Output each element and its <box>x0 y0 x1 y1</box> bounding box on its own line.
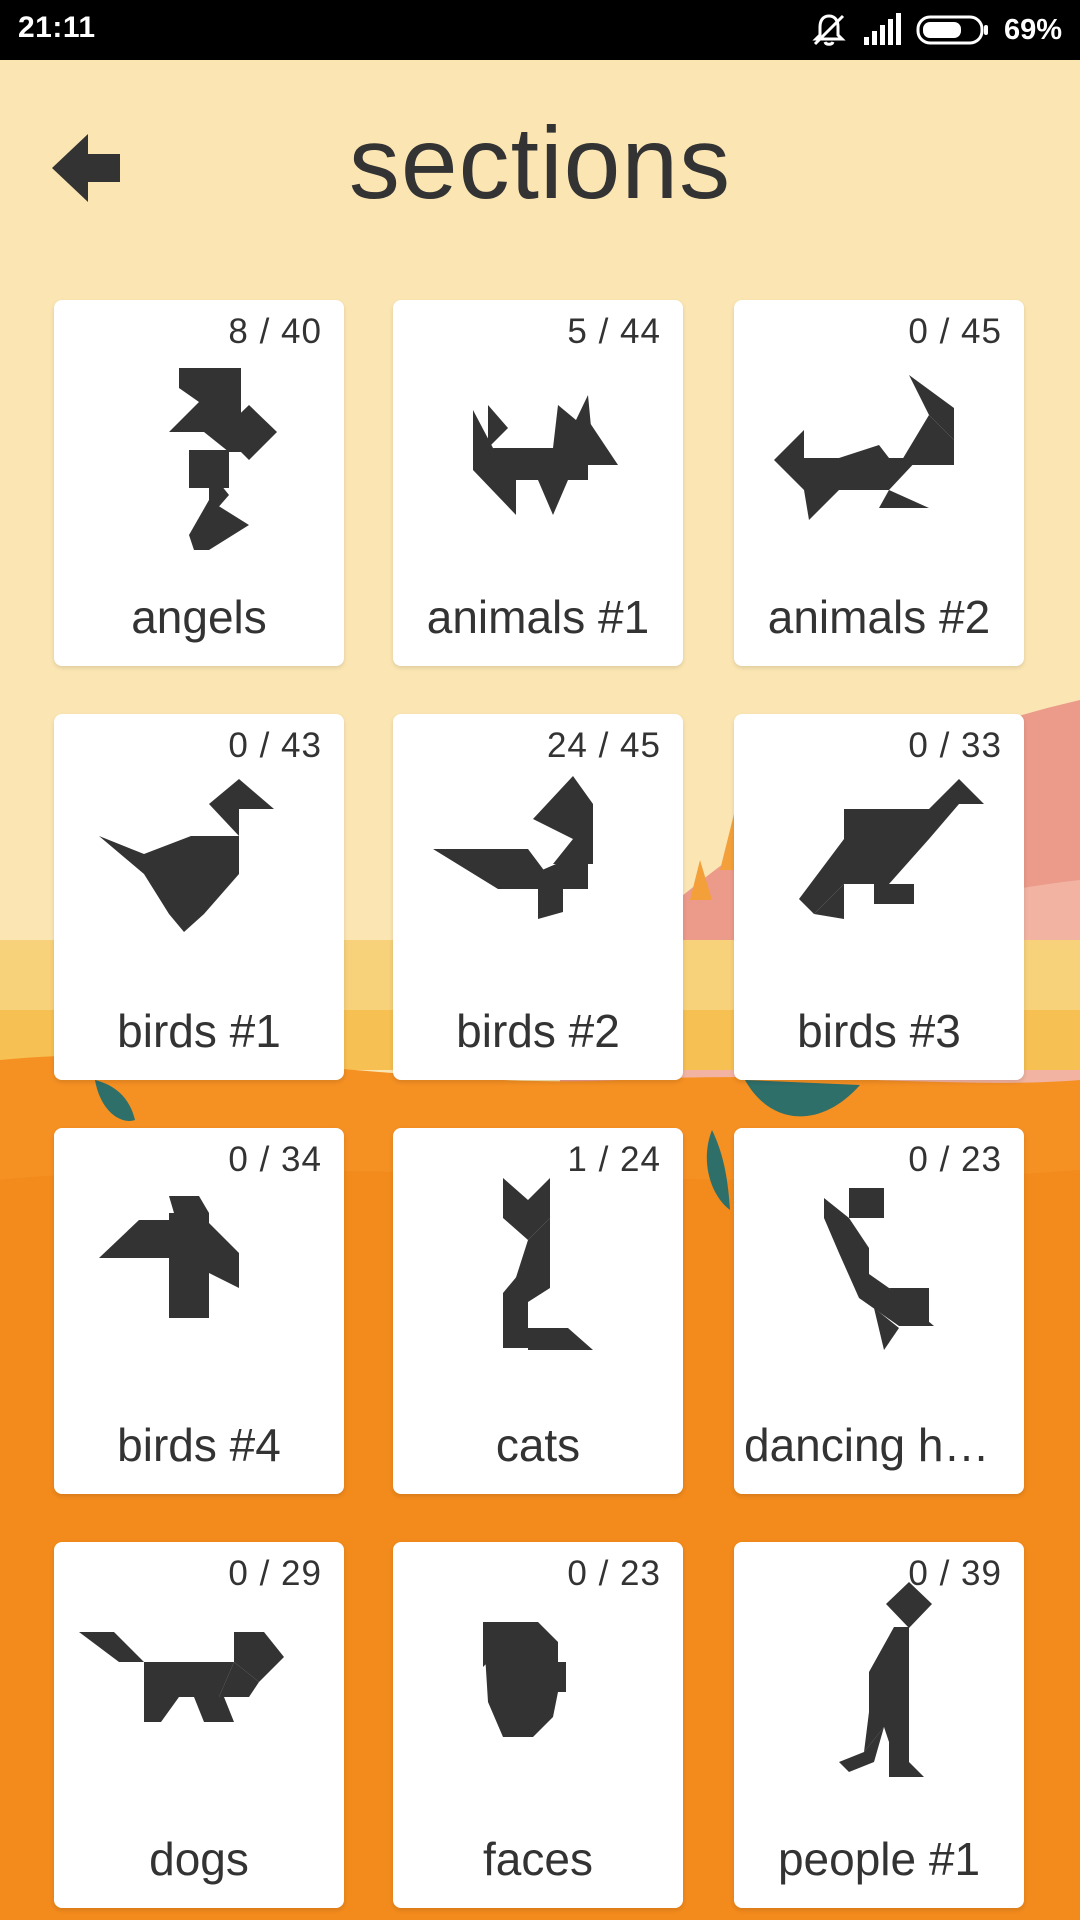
section-card-angels[interactable]: 8 / 40 angels <box>54 300 344 666</box>
section-label: animals #1 <box>426 591 650 643</box>
angel-silhouette-icon <box>169 368 277 550</box>
dancing-human-silhouette-icon <box>824 1188 934 1350</box>
progress-count: 5 / 44 <box>567 312 661 351</box>
status-bar: 21:11 69% <box>0 0 1080 60</box>
progress-count: 24 / 45 <box>546 726 661 765</box>
section-card-people-1[interactable]: 0 / 39 people #1 <box>734 1542 1024 1908</box>
section-label: cats <box>495 1419 581 1471</box>
progress-count: 0 / 45 <box>908 312 1002 351</box>
progress-count: 8 / 40 <box>228 312 322 351</box>
progress-count: 0 / 29 <box>228 1554 322 1593</box>
status-icons: 69% <box>810 10 1062 50</box>
person-silhouette-icon <box>839 1582 932 1777</box>
section-card-dancing-humans[interactable]: 0 / 23 dancing hu… <box>734 1128 1024 1494</box>
section-label: faces <box>483 1833 593 1885</box>
section-label: people #1 <box>777 1833 981 1885</box>
page-title: sections <box>348 106 732 220</box>
crane-bird-silhouette-icon <box>799 779 984 919</box>
section-card-dogs[interactable]: 0 / 29 dogs <box>54 1542 344 1908</box>
battery-icon <box>916 15 988 45</box>
face-silhouette-icon <box>483 1622 566 1737</box>
goat-animal-silhouette-icon <box>774 375 954 520</box>
section-label: dancing hu… <box>744 1419 1014 1471</box>
parrot-bird-silhouette-icon <box>99 1196 239 1318</box>
section-label: birds #3 <box>797 1005 961 1057</box>
progress-count: 0 / 34 <box>228 1140 322 1179</box>
battery-percent: 69% <box>1003 13 1062 46</box>
section-card-birds-1[interactable]: 0 / 43 birds #1 <box>54 714 344 1080</box>
section-card-animals-2[interactable]: 0 / 45 animals #2 <box>734 300 1024 666</box>
section-label: dogs <box>149 1833 249 1885</box>
status-time: 21:11 <box>18 11 96 44</box>
progress-count: 0 / 33 <box>908 726 1002 765</box>
section-card-cats[interactable]: 1 / 24 cats <box>393 1128 683 1494</box>
progress-count: 0 / 43 <box>228 726 322 765</box>
section-card-animals-1[interactable]: 5 / 44 animals #1 <box>393 300 683 666</box>
swan-bird-silhouette-icon <box>433 776 593 919</box>
section-label: animals #2 <box>767 591 991 643</box>
section-label: birds #2 <box>456 1005 620 1057</box>
section-label: birds #1 <box>117 1005 281 1057</box>
cat-silhouette-icon <box>503 1178 593 1350</box>
section-card-birds-4[interactable]: 0 / 34 birds #4 <box>54 1128 344 1494</box>
section-card-birds-3[interactable]: 0 / 33 birds #3 <box>734 714 1024 1080</box>
silent-bell-icon <box>812 14 846 46</box>
progress-count: 1 / 24 <box>567 1140 661 1179</box>
duck-bird-silhouette-icon <box>99 779 274 932</box>
section-card-faces[interactable]: 0 / 23 faces <box>393 1542 683 1908</box>
progress-count: 0 / 39 <box>908 1554 1002 1593</box>
cat-animal-silhouette-icon <box>473 395 618 515</box>
progress-count: 0 / 23 <box>567 1554 661 1593</box>
section-label: birds #4 <box>117 1419 281 1471</box>
section-label: angels <box>131 591 267 643</box>
signal-icon <box>863 13 901 45</box>
section-card-birds-2[interactable]: 24 / 45 birds #2 <box>393 714 683 1080</box>
dog-silhouette-icon <box>79 1632 284 1722</box>
progress-count: 0 / 23 <box>908 1140 1002 1179</box>
